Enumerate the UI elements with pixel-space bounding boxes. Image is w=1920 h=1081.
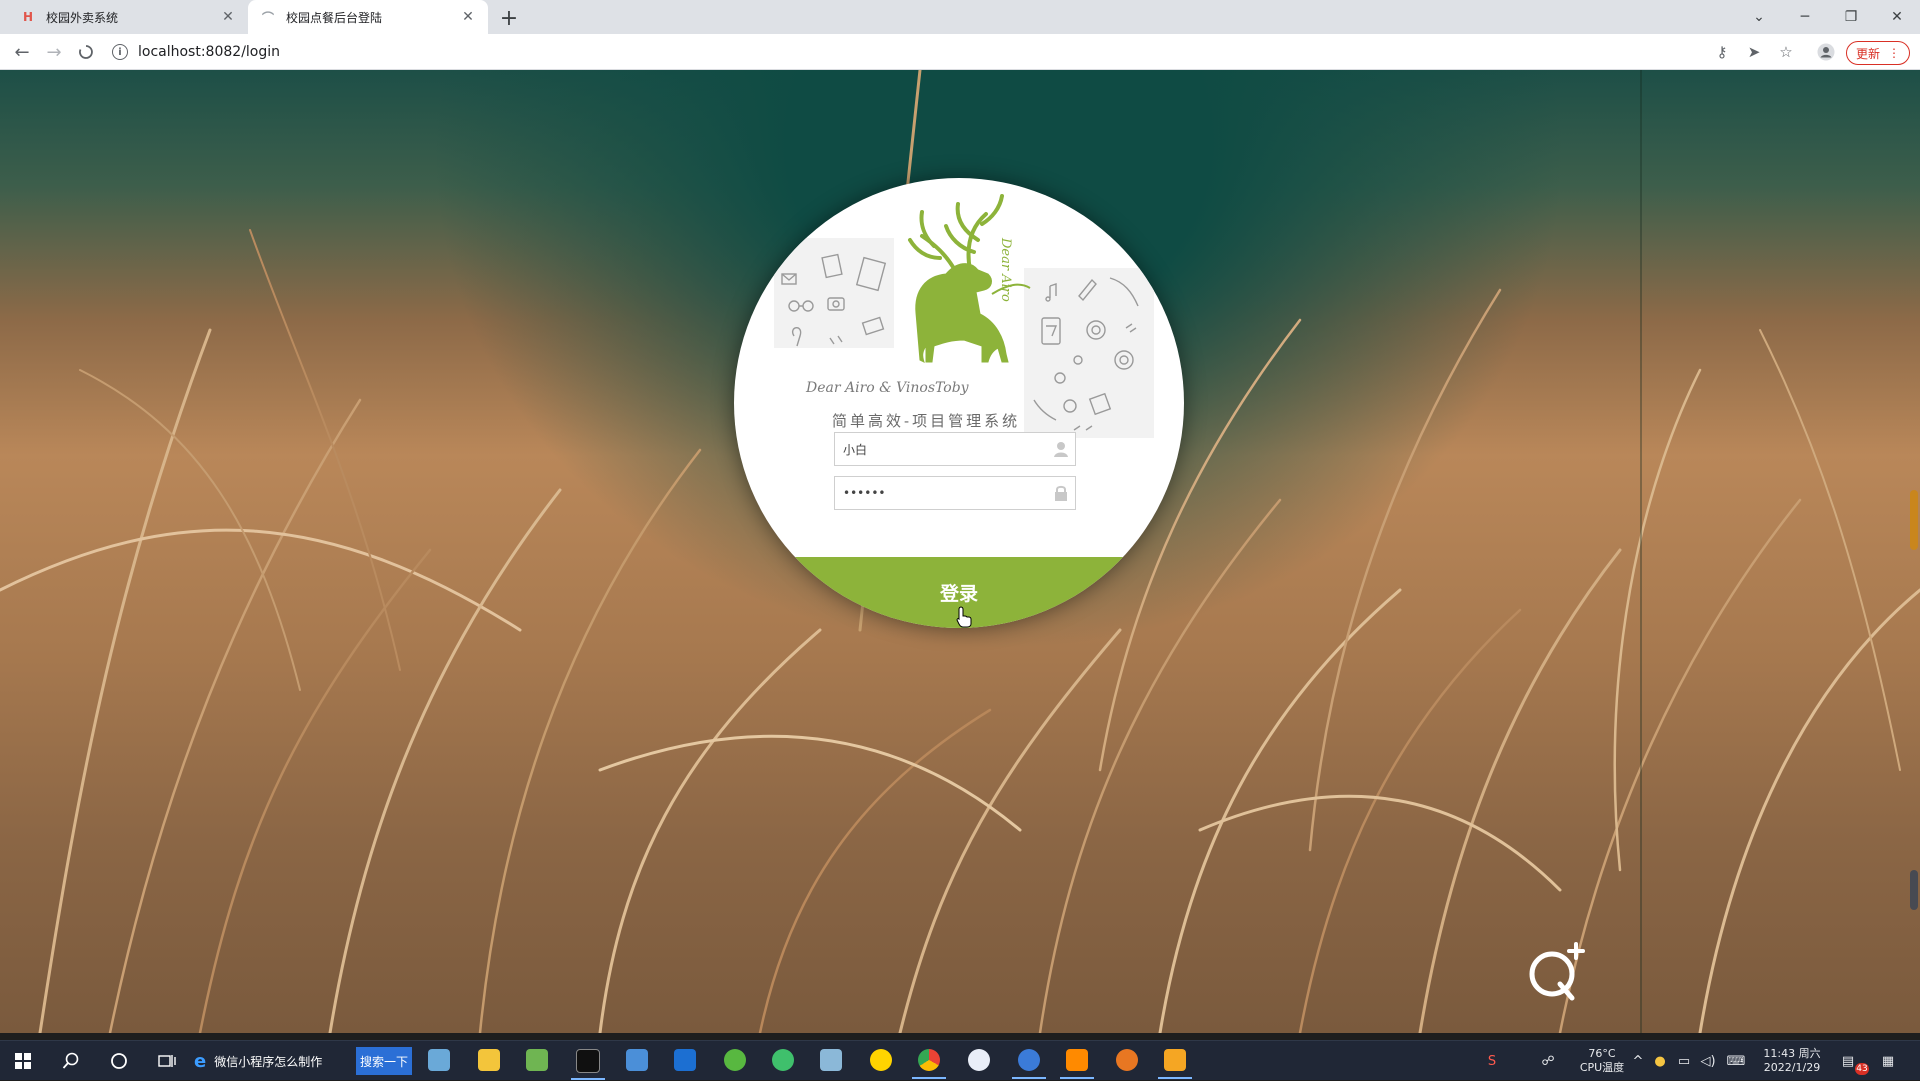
- clock-time: 11:43 周六: [1763, 1047, 1821, 1060]
- username-input[interactable]: [835, 434, 1047, 464]
- video-meeting-app-icon[interactable]: [674, 1049, 696, 1071]
- new-tab-plus-icon[interactable]: +: [496, 5, 522, 31]
- login-panel: Dear Airo Dear Airo & VinosToby 简单高效-项目管…: [734, 178, 1184, 628]
- minimize-icon[interactable]: ─: [1782, 0, 1828, 34]
- photo-app-icon[interactable]: [1060, 1049, 1094, 1079]
- clock[interactable]: 11:43 周六 2022/1/29: [1752, 1047, 1832, 1075]
- profile-avatar-icon[interactable]: [1814, 40, 1838, 64]
- tab-search-chevron-icon[interactable]: ⌄: [1736, 0, 1782, 34]
- tab-title: 校园点餐后台登陆: [286, 10, 383, 25]
- user-icon: [1047, 434, 1075, 464]
- page-viewport: Dear Airo Dear Airo & VinosToby 简单高效-项目管…: [0, 70, 1920, 1033]
- browser-toolbar: ← → i localhost:8082/login ⚷ ➤ ☆ 更新 ⋮: [0, 34, 1920, 70]
- update-button[interactable]: 更新 ⋮: [1846, 41, 1910, 65]
- notification-count-badge: 43: [1855, 1063, 1869, 1075]
- notes-app-icon[interactable]: [820, 1049, 842, 1071]
- close-icon[interactable]: ✕: [220, 9, 236, 25]
- address-bar[interactable]: i localhost:8082/login: [112, 38, 1702, 66]
- scroll-handle-upper[interactable]: [1910, 490, 1918, 550]
- key-icon[interactable]: ⚷: [1710, 40, 1734, 64]
- hand-pointer-icon: [956, 606, 972, 628]
- clock-date: 2022/1/29: [1763, 1061, 1821, 1074]
- globe-app-icon[interactable]: [1012, 1049, 1046, 1079]
- login-button-label: 登录: [939, 583, 978, 605]
- file-explorer-icon[interactable]: [478, 1049, 500, 1071]
- task-view-icon[interactable]: [144, 1041, 190, 1081]
- window-close-icon[interactable]: ✕: [1874, 0, 1920, 34]
- update-label: 更新: [1855, 46, 1880, 61]
- search-icon[interactable]: [48, 1041, 94, 1081]
- taskbar-search-text: 微信小程序怎么制作: [214, 1054, 323, 1069]
- notification-icon[interactable]: ▤: [1840, 1053, 1856, 1069]
- page-favicon-icon: ⌒: [261, 10, 274, 25]
- username-field[interactable]: [834, 432, 1076, 466]
- pinwheel-app-icon[interactable]: [968, 1049, 990, 1071]
- logo-text: Dear Airo: [998, 237, 1013, 302]
- cpu-temperature-readout[interactable]: 76°C CPU温度: [1572, 1047, 1632, 1075]
- cpu-temperature-label: CPU温度: [1579, 1061, 1625, 1074]
- send-icon[interactable]: ➤: [1742, 40, 1766, 64]
- q-watermark-icon[interactable]: [1524, 940, 1590, 1006]
- tab-title: 校园外卖系统: [46, 10, 119, 25]
- system-title: 简单高效-项目管理系统: [832, 412, 1021, 430]
- cortana-icon[interactable]: [96, 1041, 142, 1081]
- stop-loading-icon[interactable]: [72, 38, 100, 66]
- ie-browser-icon: e: [194, 1050, 207, 1072]
- taskbar-search-box[interactable]: e 微信小程序怎么制作: [194, 1047, 322, 1075]
- action-center-icon[interactable]: ▦: [1880, 1053, 1896, 1069]
- password-field[interactable]: [834, 476, 1076, 510]
- background-seam: [1640, 70, 1642, 1033]
- url-text: localhost:8082/login: [138, 44, 281, 60]
- chrome-browser-icon[interactable]: [912, 1049, 946, 1079]
- close-icon[interactable]: ✕: [460, 9, 476, 25]
- taskbar-search-button[interactable]: 搜索一下: [356, 1047, 412, 1075]
- password-input[interactable]: [835, 478, 1047, 508]
- notepad-app-icon[interactable]: [428, 1049, 450, 1071]
- tab-admin-login[interactable]: ⌒ 校园点餐后台登陆 ✕: [248, 0, 488, 34]
- spreadsheet-app-icon[interactable]: [526, 1049, 548, 1071]
- download-manager-icon[interactable]: [870, 1049, 892, 1071]
- edge-browser-icon[interactable]: [772, 1049, 794, 1071]
- volume-icon[interactable]: ◁): [1700, 1053, 1716, 1069]
- tab-strip: H 校园外卖系统 ✕ ⌒ 校园点餐后台登陆 ✕ + ⌄ ─ ❐ ✕: [0, 0, 1920, 34]
- qq-penguin-icon[interactable]: ●: [1652, 1053, 1668, 1069]
- star-bookmark-icon[interactable]: ☆: [1774, 40, 1798, 64]
- green-app-icon[interactable]: [724, 1049, 746, 1071]
- lock-icon: [1047, 478, 1075, 508]
- back-arrow-icon[interactable]: ←: [8, 38, 36, 66]
- taskbar: e 微信小程序怎么制作 搜索一下 S ☍ 76°C CPU温度 ^ ● ▭ ◁)…: [0, 1040, 1920, 1080]
- site-favicon-icon: H: [22, 10, 34, 24]
- scroll-handle-lower[interactable]: [1910, 870, 1918, 910]
- search-app-icon[interactable]: [1116, 1049, 1138, 1071]
- forward-arrow-icon[interactable]: →: [40, 38, 68, 66]
- credit-text: Dear Airo & VinosToby: [806, 380, 969, 396]
- restore-icon[interactable]: ❐: [1828, 0, 1874, 34]
- terminal-app-icon[interactable]: [571, 1049, 605, 1080]
- network-icon[interactable]: ▭: [1676, 1053, 1692, 1069]
- wechat-app-icon[interactable]: [1158, 1049, 1192, 1079]
- tab-campus-takeout[interactable]: H 校园外卖系统 ✕: [8, 0, 248, 34]
- windows-start-icon[interactable]: [0, 1041, 46, 1081]
- more-menu-icon: ⋮: [1888, 46, 1900, 60]
- site-info-icon[interactable]: i: [112, 44, 128, 60]
- temperature-value: 76°C: [1588, 1047, 1616, 1060]
- window-manager-app-icon[interactable]: [626, 1049, 648, 1071]
- keyboard-icon[interactable]: ⌨: [1727, 1053, 1746, 1069]
- tray-chevron-up-icon[interactable]: ^: [1630, 1053, 1646, 1069]
- people-icon[interactable]: ☍: [1540, 1053, 1556, 1069]
- input-method-icon[interactable]: S: [1484, 1053, 1500, 1069]
